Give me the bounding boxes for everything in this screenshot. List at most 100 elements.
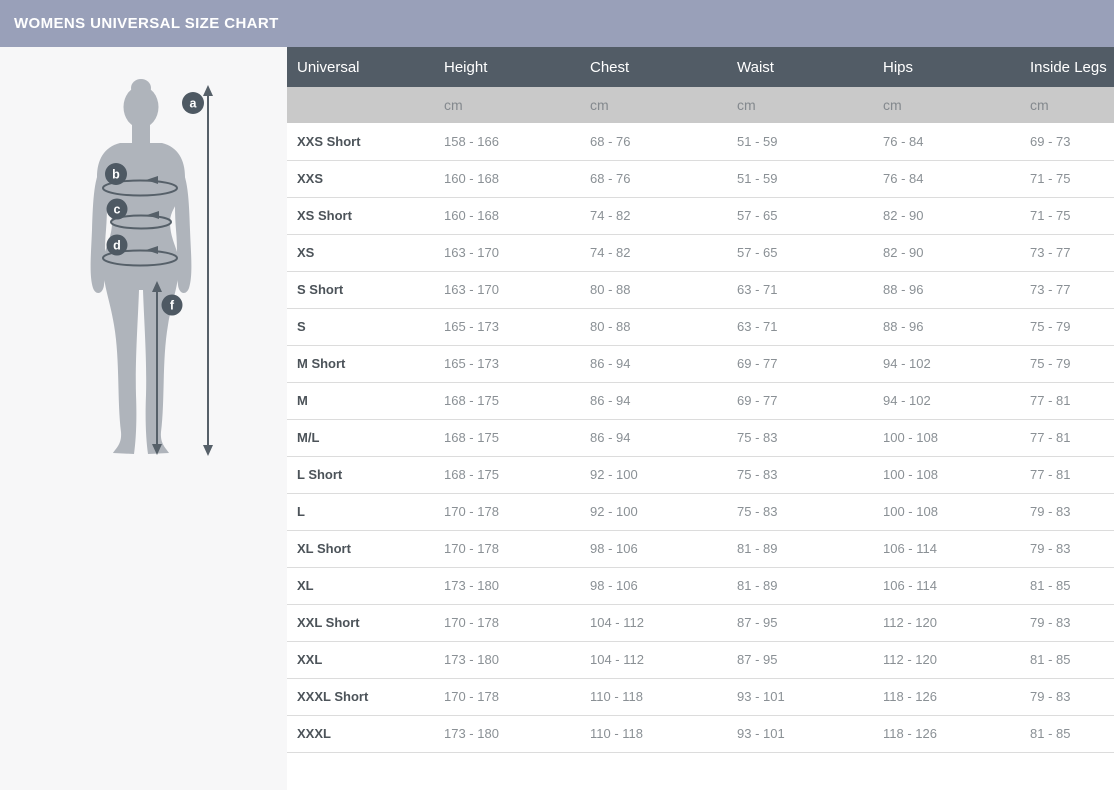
value-cell: 170 - 178 xyxy=(434,678,580,715)
value-cell: 170 - 178 xyxy=(434,604,580,641)
value-cell: 81 - 85 xyxy=(1020,715,1114,752)
value-cell: 81 - 89 xyxy=(727,530,873,567)
value-cell: 163 - 170 xyxy=(434,271,580,308)
value-cell: 87 - 95 xyxy=(727,604,873,641)
size-table-pane: UniversalHeightChestWaistHipsInside Legs… xyxy=(287,47,1114,753)
value-cell: 173 - 180 xyxy=(434,641,580,678)
value-cell: 63 - 71 xyxy=(727,308,873,345)
units-row: cmcmcmcmcm xyxy=(287,87,1114,123)
size-label-cell: XXXL xyxy=(287,715,434,752)
value-cell: 80 - 88 xyxy=(580,271,727,308)
table-row: L Short168 - 17592 - 10075 - 83100 - 108… xyxy=(287,456,1114,493)
size-label-cell: M/L xyxy=(287,419,434,456)
title-bar: WOMENS UNIVERSAL SIZE CHART xyxy=(0,0,1114,47)
value-cell: 94 - 102 xyxy=(873,382,1020,419)
unit-cell: cm xyxy=(1020,87,1114,123)
value-cell: 160 - 168 xyxy=(434,160,580,197)
figure-pane: a b c d f xyxy=(0,47,287,790)
left-arm xyxy=(91,165,107,293)
size-label-cell: L xyxy=(287,493,434,530)
size-chart-page: WOMENS UNIVERSAL SIZE CHART xyxy=(0,0,1114,790)
size-label-cell: S xyxy=(287,308,434,345)
size-label-cell: XXS xyxy=(287,160,434,197)
size-label-cell: XXXL Short xyxy=(287,678,434,715)
value-cell: 112 - 120 xyxy=(873,641,1020,678)
value-cell: 106 - 114 xyxy=(873,567,1020,604)
value-cell: 112 - 120 xyxy=(873,604,1020,641)
value-cell: 73 - 77 xyxy=(1020,271,1114,308)
value-cell: 51 - 59 xyxy=(727,160,873,197)
value-cell: 100 - 108 xyxy=(873,493,1020,530)
value-cell: 165 - 173 xyxy=(434,345,580,382)
value-cell: 75 - 83 xyxy=(727,456,873,493)
marker-a-label: a xyxy=(190,97,198,111)
table-row: XXXL173 - 180110 - 11893 - 101118 - 1268… xyxy=(287,715,1114,752)
size-label-cell: XL Short xyxy=(287,530,434,567)
value-cell: 92 - 100 xyxy=(580,456,727,493)
value-cell: 87 - 95 xyxy=(727,641,873,678)
table-row: XXS160 - 16868 - 7651 - 5976 - 8471 - 75 xyxy=(287,160,1114,197)
value-cell: 100 - 108 xyxy=(873,419,1020,456)
value-cell: 75 - 83 xyxy=(727,493,873,530)
value-cell: 69 - 73 xyxy=(1020,123,1114,160)
body-measurement-diagram: a b c d f xyxy=(0,47,287,790)
value-cell: 168 - 175 xyxy=(434,456,580,493)
table-row: XS163 - 17074 - 8257 - 6582 - 9073 - 77 xyxy=(287,234,1114,271)
size-label-cell: L Short xyxy=(287,456,434,493)
value-cell: 92 - 100 xyxy=(580,493,727,530)
value-cell: 68 - 76 xyxy=(580,123,727,160)
size-label-cell: S Short xyxy=(287,271,434,308)
value-cell: 110 - 118 xyxy=(580,678,727,715)
column-header-height: Height xyxy=(434,47,580,87)
value-cell: 170 - 178 xyxy=(434,493,580,530)
table-row: L170 - 17892 - 10075 - 83100 - 10879 - 8… xyxy=(287,493,1114,530)
value-cell: 69 - 77 xyxy=(727,382,873,419)
size-label-cell: XS Short xyxy=(287,197,434,234)
table-row: XXS Short158 - 16668 - 7651 - 5976 - 846… xyxy=(287,123,1114,160)
value-cell: 79 - 83 xyxy=(1020,493,1114,530)
value-cell: 57 - 65 xyxy=(727,197,873,234)
value-cell: 81 - 89 xyxy=(727,567,873,604)
value-cell: 68 - 76 xyxy=(580,160,727,197)
value-cell: 80 - 88 xyxy=(580,308,727,345)
table-row: M Short165 - 17386 - 9469 - 7794 - 10275… xyxy=(287,345,1114,382)
size-label-cell: XXS Short xyxy=(287,123,434,160)
value-cell: 158 - 166 xyxy=(434,123,580,160)
value-cell: 163 - 170 xyxy=(434,234,580,271)
value-cell: 71 - 75 xyxy=(1020,197,1114,234)
table-row: S165 - 17380 - 8863 - 7188 - 9675 - 79 xyxy=(287,308,1114,345)
value-cell: 82 - 90 xyxy=(873,197,1020,234)
value-cell: 63 - 71 xyxy=(727,271,873,308)
value-cell: 170 - 178 xyxy=(434,530,580,567)
value-cell: 81 - 85 xyxy=(1020,567,1114,604)
table-row: XS Short160 - 16874 - 8257 - 6582 - 9071… xyxy=(287,197,1114,234)
size-label-cell: XL xyxy=(287,567,434,604)
value-cell: 77 - 81 xyxy=(1020,419,1114,456)
value-cell: 51 - 59 xyxy=(727,123,873,160)
unit-cell: cm xyxy=(434,87,580,123)
value-cell: 173 - 180 xyxy=(434,715,580,752)
table-row: XXL Short170 - 178104 - 11287 - 95112 - … xyxy=(287,604,1114,641)
table-row: M168 - 17586 - 9469 - 7794 - 10277 - 81 xyxy=(287,382,1114,419)
value-cell: 77 - 81 xyxy=(1020,382,1114,419)
size-table: UniversalHeightChestWaistHipsInside Legs… xyxy=(287,47,1114,753)
size-label-cell: XS xyxy=(287,234,434,271)
right-arm xyxy=(175,165,191,293)
marker-b-label: b xyxy=(112,168,120,182)
value-cell: 75 - 79 xyxy=(1020,345,1114,382)
table-row: XXL173 - 180104 - 11287 - 95112 - 12081 … xyxy=(287,641,1114,678)
value-cell: 74 - 82 xyxy=(580,234,727,271)
value-cell: 86 - 94 xyxy=(580,419,727,456)
unit-cell xyxy=(287,87,434,123)
value-cell: 79 - 83 xyxy=(1020,604,1114,641)
value-cell: 81 - 85 xyxy=(1020,641,1114,678)
value-cell: 160 - 168 xyxy=(434,197,580,234)
value-cell: 69 - 77 xyxy=(727,345,873,382)
column-header-chest: Chest xyxy=(580,47,727,87)
value-cell: 75 - 79 xyxy=(1020,308,1114,345)
size-table-body: XXS Short158 - 16668 - 7651 - 5976 - 846… xyxy=(287,123,1114,752)
value-cell: 94 - 102 xyxy=(873,345,1020,382)
column-header-universal: Universal xyxy=(287,47,434,87)
unit-cell: cm xyxy=(873,87,1020,123)
value-cell: 98 - 106 xyxy=(580,567,727,604)
